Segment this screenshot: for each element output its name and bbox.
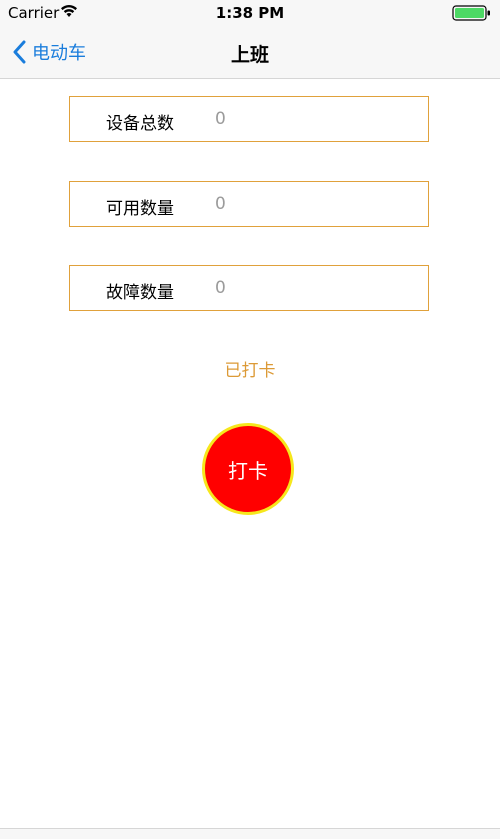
navigation-bar: 电动车 上班	[0, 26, 500, 79]
punch-status-text: 已打卡	[224, 361, 276, 381]
field-total-devices: 设备总数 0	[69, 96, 429, 142]
field-available-count: 可用数量 0	[69, 181, 429, 227]
status-bar: Carrier 1:38 PM	[0, 0, 500, 26]
bottom-toolbar	[0, 828, 500, 839]
field-label: 可用数量	[106, 199, 174, 219]
clock: 1:38 PM	[215, 4, 285, 22]
field-label: 设备总数	[106, 114, 174, 134]
field-faulty-count: 故障数量 0	[69, 265, 429, 311]
punch-in-button-label: 打卡	[228, 458, 268, 483]
field-value: 0	[215, 194, 226, 214]
page-title: 上班	[230, 44, 269, 66]
field-value: 0	[215, 109, 226, 129]
punch-in-button[interactable]: 打卡	[202, 423, 294, 515]
field-value: 0	[215, 278, 226, 298]
field-label: 故障数量	[106, 283, 174, 303]
battery-icon	[452, 5, 490, 21]
